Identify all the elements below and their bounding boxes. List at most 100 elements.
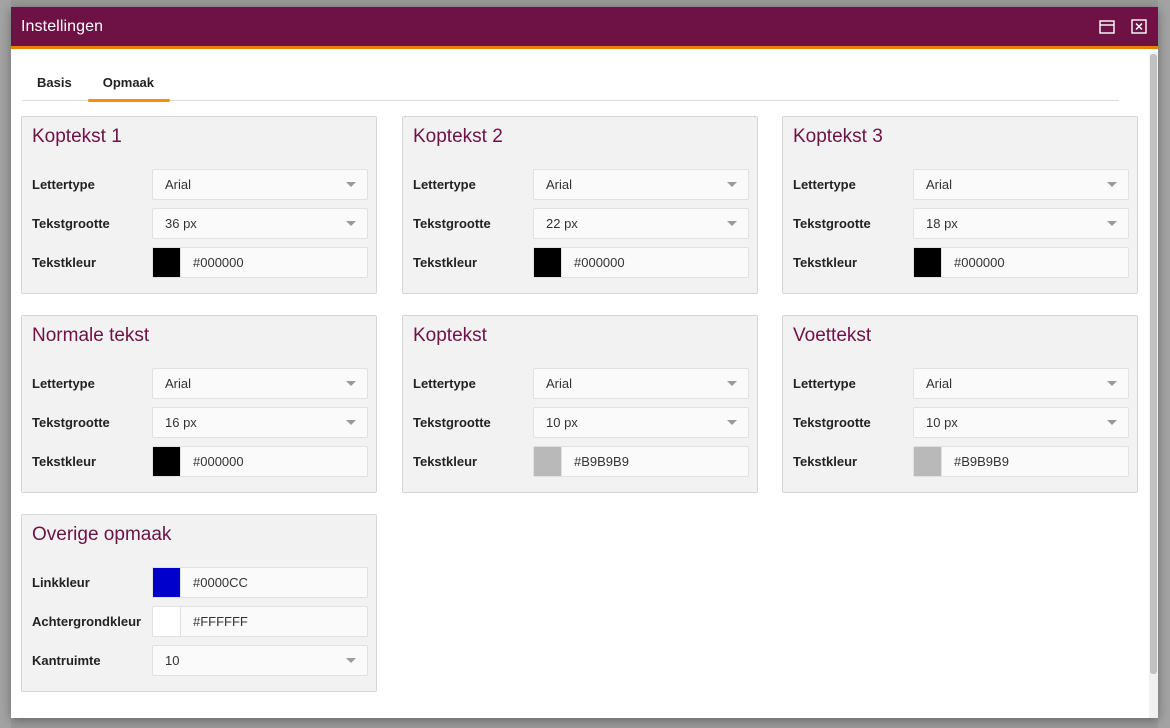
color-picker[interactable]: #000000 [913,247,1129,278]
color-picker[interactable]: #000000 [152,247,368,278]
chevron-down-icon [727,381,737,386]
font-select[interactable]: Arial [152,169,368,200]
field-label: Tekstgrootte [413,216,491,231]
field-label: Lettertype [793,177,856,192]
font-select[interactable]: Arial [913,169,1129,200]
color-picker[interactable]: #000000 [533,247,749,278]
color-value[interactable]: #000000 [181,454,244,469]
font-select[interactable]: Arial [533,169,749,200]
field-label: Tekstkleur [413,255,478,270]
chevron-down-icon [727,182,737,187]
color-picker[interactable]: #000000 [152,446,368,477]
field-label: Tekstkleur [413,454,478,469]
size-select[interactable]: 16 px [152,407,368,438]
panel-title: Koptekst 2 [413,126,503,147]
background-color-picker[interactable]: #FFFFFF [152,606,368,637]
field-label: Tekstkleur [32,255,97,270]
dialog-title: Instellingen [21,17,104,35]
field-label: Lettertype [413,376,476,391]
color-value[interactable]: #B9B9B9 [942,454,1009,469]
select-value: Arial [165,376,192,391]
chevron-down-icon [346,381,356,386]
size-select[interactable]: 10 px [533,407,749,438]
select-value: Arial [926,177,953,192]
size-select[interactable]: 22 px [533,208,749,239]
dialog-titlebar: Instellingen [11,7,1158,49]
select-value: 10 [165,653,180,668]
field-label: Tekstkleur [793,454,858,469]
tab-basis[interactable]: Basis [22,69,88,100]
field-label: Tekstgrootte [32,216,110,231]
select-value: Arial [546,177,573,192]
panel-normale-tekst: Normale tekst Lettertype Arial Tekstgroo… [21,315,377,493]
field-label: Tekstgrootte [793,216,871,231]
color-value[interactable]: #000000 [181,255,244,270]
chevron-down-icon [346,221,356,226]
font-select[interactable]: Arial [533,368,749,399]
field-label: Lettertype [32,177,95,192]
color-value[interactable]: #000000 [942,255,1005,270]
chevron-down-icon [346,658,356,663]
chevron-down-icon [346,182,356,187]
color-swatch[interactable] [914,248,942,277]
field-label: Lettertype [413,177,476,192]
select-value: 18 px [926,216,958,231]
color-swatch[interactable] [153,447,181,476]
field-label: Achtergrondkleur [32,614,142,629]
maximize-icon[interactable] [1098,18,1116,36]
color-swatch[interactable] [534,447,562,476]
select-value: 10 px [546,415,578,430]
panel-koptekst-2: Koptekst 2 Lettertype Arial Tekstgrootte… [402,116,758,294]
background-strip-right [1158,0,1170,728]
field-label: Tekstkleur [32,454,97,469]
color-value[interactable]: #FFFFFF [181,614,248,629]
size-select[interactable]: 36 px [152,208,368,239]
panel-title: Overige opmaak [32,524,172,545]
panel-title: Normale tekst [32,325,150,346]
select-value: Arial [546,376,573,391]
panel-voettekst: Voettekst Lettertype Arial Tekstgrootte … [782,315,1138,493]
panel-title: Voettekst [793,325,872,346]
chevron-down-icon [1107,182,1117,187]
color-swatch[interactable] [914,447,942,476]
color-value[interactable]: #B9B9B9 [562,454,629,469]
size-select[interactable]: 10 px [913,407,1129,438]
panel-title: Koptekst 1 [32,126,122,147]
panel-overige-opmaak: Overige opmaak Linkkleur #0000CC Achterg… [21,514,377,692]
color-picker[interactable]: #B9B9B9 [533,446,749,477]
panel-title: Koptekst [413,325,487,346]
chevron-down-icon [727,221,737,226]
tab-opmaak[interactable]: Opmaak [87,69,171,102]
size-select[interactable]: 18 px [913,208,1129,239]
panel-koptekst-3: Koptekst 3 Lettertype Arial Tekstgrootte… [782,116,1138,294]
background-strip-left [0,0,11,728]
color-swatch[interactable] [153,568,181,597]
font-select[interactable]: Arial [913,368,1129,399]
link-color-picker[interactable]: #0000CC [152,567,368,598]
field-label: Linkkleur [32,575,90,590]
select-value: Arial [165,177,192,192]
color-value[interactable]: #000000 [562,255,625,270]
field-label: Tekstgrootte [413,415,491,430]
close-icon[interactable] [1130,18,1148,36]
chevron-down-icon [727,420,737,425]
color-picker[interactable]: #B9B9B9 [913,446,1129,477]
color-value[interactable]: #0000CC [181,575,248,590]
chevron-down-icon [1107,221,1117,226]
field-label: Tekstgrootte [32,415,110,430]
chevron-down-icon [1107,381,1117,386]
panel-koptekst-1: Koptekst 1 Lettertype Arial Tekstgrootte… [21,116,377,294]
field-label: Lettertype [793,376,856,391]
color-swatch[interactable] [534,248,562,277]
color-swatch[interactable] [153,607,181,636]
color-swatch[interactable] [153,248,181,277]
kantruimte-select[interactable]: 10 [152,645,368,676]
chevron-down-icon [346,420,356,425]
scrollbar-thumb[interactable] [1150,54,1157,674]
chevron-down-icon [1107,420,1117,425]
select-value: Arial [926,376,953,391]
settings-dialog: Instellingen Basis Opmaak Koptekst 1 Let… [11,7,1158,718]
vertical-scrollbar[interactable] [1149,52,1158,718]
panel-title: Koptekst 3 [793,126,883,147]
font-select[interactable]: Arial [152,368,368,399]
